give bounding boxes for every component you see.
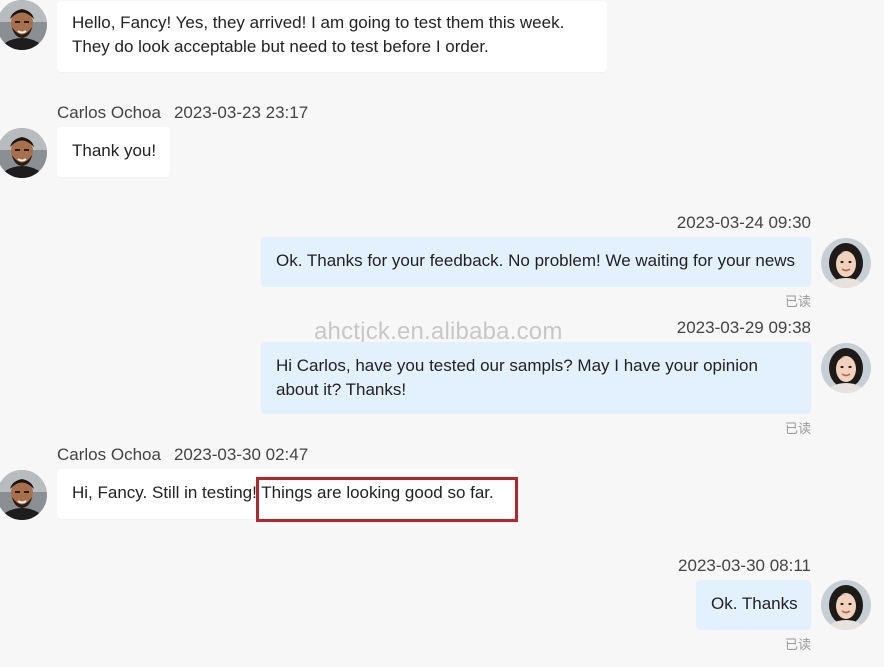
message-meta: Carlos Ochoa 2023-03-23 23:17 [57,103,308,123]
sender-name: Carlos Ochoa [57,445,161,464]
message-timestamp: 2023-03-30 08:11 [678,556,811,575]
highlight-box [256,477,518,522]
message-bubble-incoming: Thank you! [57,127,170,177]
chat-conversation: Hello, Fancy! Yes, they arrived! I am go… [0,0,884,667]
message-bubble-outgoing: Ok. Thanks [696,580,811,630]
message-bubble-outgoing: Ok. Thanks for your feedback. No problem… [261,237,811,287]
female-avatar-icon[interactable] [821,238,871,288]
message-text-line: Ok. Thanks for your feedback. No problem… [276,251,796,270]
message-timestamp: 2023-03-23 23:17 [173,103,309,122]
female-avatar-icon[interactable] [821,343,871,393]
message-timestamp: 2023-03-30 02:47 [173,445,309,464]
message-meta: Carlos Ochoa 2023-03-30 02:47 [57,445,308,465]
message-timestamp: 2023-03-29 09:38 [676,318,811,337]
sender-name: Carlos Ochoa [57,103,161,122]
read-status: 已读 [784,294,811,309]
message-text-line: Ok. Thanks [711,594,798,613]
message-text-line: They do look acceptable but need to test… [72,37,489,56]
message-text-line: about it? Thanks! [276,380,407,399]
read-status: 已读 [784,421,811,436]
read-status: 已读 [784,637,811,652]
message-bubble-incoming: Hello, Fancy! Yes, they arrived! I am go… [57,1,607,72]
male-avatar-icon[interactable] [0,0,47,50]
message-text-line: Thank you! [72,141,157,160]
message-timestamp: 2023-03-24 09:30 [676,213,811,232]
message-text-line: Hello, Fancy! Yes, they arrived! I am go… [72,13,565,32]
female-avatar-icon[interactable] [821,580,871,630]
male-avatar-icon[interactable] [0,470,47,520]
male-avatar-icon[interactable] [0,128,47,178]
message-bubble-outgoing: Hi Carlos, have you tested our sampls? M… [261,342,811,414]
message-text-line: Hi Carlos, have you tested our sampls? M… [276,356,758,375]
